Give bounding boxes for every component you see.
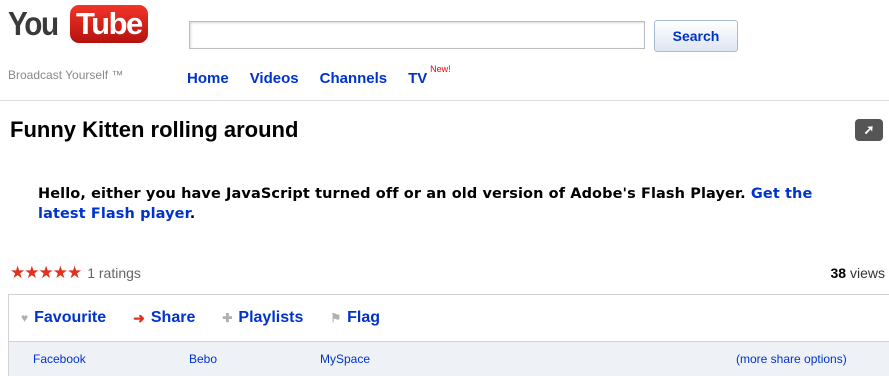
- share-label: Share: [150, 309, 196, 326]
- views-number: 38: [830, 265, 847, 281]
- action-bar: ♥ Favourite ➜ Share ✚ Playlists ⚑ Flag: [8, 294, 889, 342]
- flash-message-text: Hello, either you have JavaScript turned…: [38, 186, 746, 202]
- new-badge: New!: [430, 64, 451, 74]
- youtube-logo[interactable]: You Tube: [8, 4, 148, 44]
- share-myspace-link[interactable]: MySpace: [320, 352, 370, 366]
- nav-tv-wrap: TV New!: [408, 64, 451, 87]
- nav-home[interactable]: Home: [187, 70, 229, 87]
- playlists-label: Playlists: [238, 309, 304, 326]
- flash-message-period: .: [189, 206, 196, 222]
- playlists-button[interactable]: ✚ Playlists: [222, 309, 303, 327]
- view-count: 38 views: [831, 265, 885, 281]
- arrow-right-icon: ➜: [133, 309, 145, 326]
- main-nav: Home Videos Channels TV New!: [187, 64, 451, 87]
- logo-you-text: You: [8, 5, 59, 42]
- tagline: Broadcast Yourself ™: [8, 68, 124, 82]
- flag-label: Flag: [347, 309, 380, 326]
- views-label: views: [849, 265, 885, 281]
- favourite-label: Favourite: [34, 309, 107, 326]
- favourite-button[interactable]: ♥ Favourite: [21, 309, 106, 327]
- search-input[interactable]: [189, 21, 645, 49]
- header-divider: [0, 100, 889, 101]
- share-bebo-link[interactable]: Bebo: [189, 352, 217, 366]
- heart-icon: ♥: [21, 311, 29, 325]
- nav-videos[interactable]: Videos: [250, 70, 299, 87]
- logo-tube-text: Tube: [70, 5, 148, 43]
- video-title: Funny Kitten rolling around: [10, 117, 299, 142]
- ratings: ★★★★★ 1 ratings: [10, 263, 141, 283]
- more-share-options-link[interactable]: (more share options): [736, 352, 847, 366]
- nav-tv[interactable]: TV: [408, 70, 427, 87]
- star-rating[interactable]: ★★★★★: [10, 263, 82, 283]
- flag-icon: ⚑: [330, 311, 342, 325]
- ratings-count: 1 ratings: [87, 265, 141, 281]
- nav-channels[interactable]: Channels: [320, 70, 388, 87]
- search-button[interactable]: Search: [654, 20, 738, 52]
- plus-icon: ✚: [222, 311, 233, 325]
- flash-message: Hello, either you have JavaScript turned…: [38, 184, 828, 224]
- popout-arrow-icon[interactable]: ➚: [855, 119, 883, 141]
- share-button[interactable]: ➜ Share: [133, 309, 195, 327]
- flag-button[interactable]: ⚑ Flag: [330, 309, 380, 327]
- share-facebook-link[interactable]: Facebook: [33, 352, 86, 366]
